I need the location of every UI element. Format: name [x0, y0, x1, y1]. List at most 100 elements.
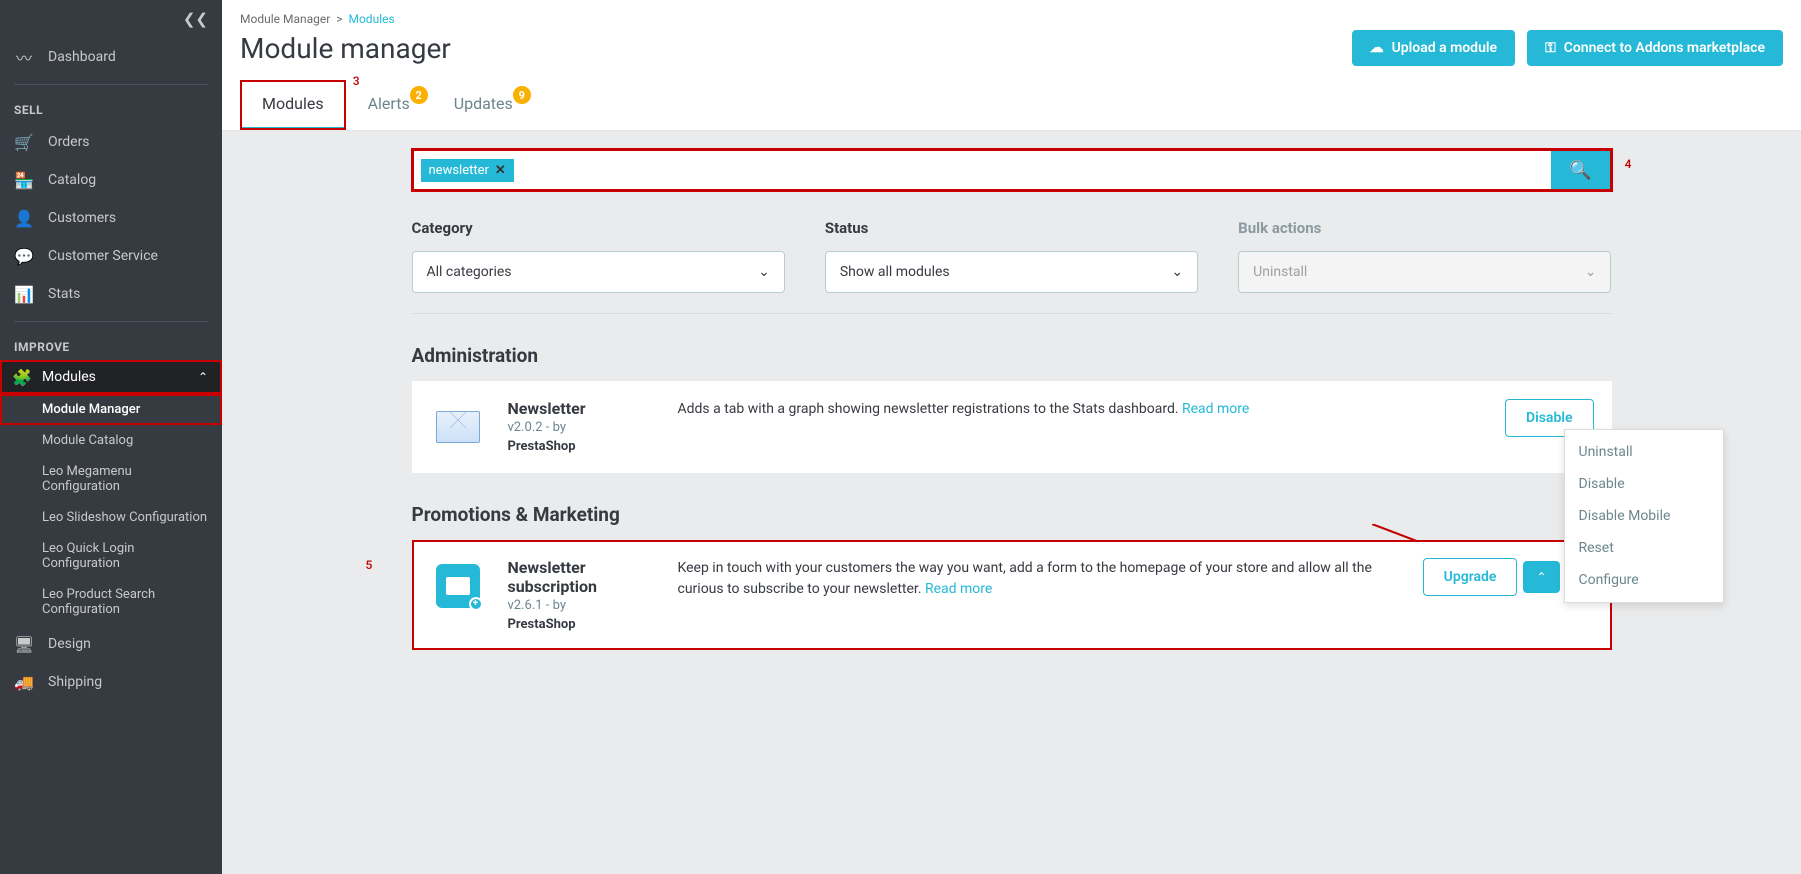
sidebar-leo-productsearch[interactable]: Leo Product Search Configuration — [0, 579, 222, 625]
sidebar-customer-service[interactable]: 💬 Customer Service — [0, 237, 222, 275]
section-administration: Administration — [412, 344, 1612, 367]
dropdown-disable-mobile[interactable]: Disable Mobile — [1565, 500, 1723, 532]
sidebar-leo-megamenu[interactable]: Leo Megamenu Configuration — [0, 456, 222, 502]
user-icon: 👤 — [14, 208, 34, 228]
upload-label: Upload a module — [1392, 40, 1497, 56]
sidebar-customers[interactable]: 👤 Customers — [0, 199, 222, 237]
search-box: newsletter ✕ 🔍 — [412, 149, 1612, 191]
chevron-down-icon: ⌄ — [1171, 264, 1183, 280]
category-value: All categories — [427, 264, 512, 280]
search-row: newsletter✕ 🔍 4 — [412, 149, 1612, 191]
sidebar-module-manager[interactable]: Module Manager — [0, 394, 222, 425]
sidebar-collapse[interactable]: ❮❮ — [0, 0, 222, 38]
bulk-select: Uninstall⌄ — [1238, 251, 1611, 293]
sidebar-module-catalog[interactable]: Module Catalog — [0, 425, 222, 456]
chat-icon: 💬 — [14, 246, 34, 266]
newsletter-sub-version: v2.6.1 - by — [508, 598, 658, 613]
breadcrumb: Module Manager > Modules — [222, 0, 1801, 26]
divider — [14, 84, 208, 85]
module-newsletter: Newsletter v2.0.2 - by PrestaShop Adds a… — [412, 381, 1612, 473]
sidebar-catalog[interactable]: 🏪Catalog — [0, 161, 222, 199]
sidebar-orders[interactable]: 🛒Orders — [0, 123, 222, 161]
newsletter-icon — [430, 399, 486, 455]
sidebar-leo-quicklogin[interactable]: Leo Quick Login Configuration — [0, 533, 222, 579]
module-dropdown-menu: Uninstall Disable Disable Mobile Reset C… — [1564, 429, 1724, 603]
newsletter-author: PrestaShop — [508, 439, 658, 454]
sidebar: ❮❮ 〰 Dashboard SELL 🛒Orders 🏪Catalog 👤 Cu… — [0, 0, 222, 874]
search-input[interactable] — [514, 152, 1551, 188]
bulk-label: Bulk actions — [1238, 219, 1611, 237]
page-header: Module manager ☁Upload a module ⚿Connect… — [222, 26, 1801, 80]
main-area: Module Manager > Modules Module manager … — [222, 0, 1801, 874]
tab-modules[interactable]: Modules — [240, 80, 346, 130]
dropdown-configure[interactable]: Configure — [1565, 564, 1723, 596]
divider — [14, 321, 208, 322]
upload-module-button[interactable]: ☁ Upload a module — [1352, 30, 1515, 66]
modules-label: Modules — [42, 369, 96, 385]
sidebar-leo-slideshow[interactable]: Leo Slideshow Configuration — [0, 502, 222, 533]
category-select[interactable]: All categories ⌄ — [412, 251, 785, 293]
search-icon: 🔍 — [1569, 160, 1591, 181]
chevron-up-icon: ⌃ — [198, 370, 208, 384]
sidebar-design[interactable]: 🖥Design — [0, 625, 222, 663]
newsletter-desc: Adds a tab with a graph showing newslett… — [678, 399, 1483, 454]
tab-alerts[interactable]: Alerts2 — [346, 80, 432, 130]
chip-text: newsletter — [429, 163, 489, 178]
connect-label: Connect to Addons marketplace — [1564, 40, 1765, 56]
tabs: Modules 3 Alerts2 Updates9 — [222, 80, 1801, 131]
filter-status: Status Show all modules⌄ — [825, 219, 1198, 293]
design-icon: 🖥 — [14, 634, 34, 654]
module-newsletter-subscription: + Newsletter subscription v2.6.1 - by Pr… — [412, 540, 1612, 650]
readmore-link[interactable]: Read more — [1182, 401, 1249, 417]
content: newsletter✕ 🔍 4 Category All categories⌄… — [222, 131, 1801, 874]
tab-updates[interactable]: Updates9 — [432, 80, 535, 130]
readmore-link[interactable]: Read more — [925, 581, 992, 597]
filter-category: Category All categories⌄ — [412, 219, 785, 293]
sidebar-dashboard[interactable]: 〰 Dashboard — [0, 38, 222, 76]
dropdown-uninstall[interactable]: Uninstall — [1565, 436, 1723, 468]
alerts-label: Alerts — [368, 94, 410, 113]
chip-remove-icon[interactable]: ✕ — [495, 163, 506, 178]
dropdown-toggle[interactable]: ⌃ — [1523, 561, 1559, 593]
dashboard-icon: 〰 — [14, 47, 34, 67]
updates-label: Updates — [454, 94, 513, 113]
upgrade-button[interactable]: Upgrade — [1423, 558, 1518, 596]
breadcrumb-current[interactable]: Modules — [348, 12, 394, 26]
shipping-label: Shipping — [48, 674, 102, 690]
sidebar-modules[interactable]: 🧩 Modules ⌃ — [0, 360, 222, 394]
newsletter-title: Newsletter — [508, 399, 658, 418]
breadcrumb-parent: Module Manager — [240, 12, 330, 26]
cloud-up-icon: ☁ — [1370, 40, 1384, 56]
status-label: Status — [825, 219, 1198, 237]
newsletter-sub-desc: Keep in touch with your customers the wa… — [678, 558, 1401, 632]
sidebar-stats[interactable]: 📊Stats — [0, 275, 222, 313]
alerts-badge: 2 — [410, 86, 428, 104]
cs-label: Customer Service — [48, 248, 158, 264]
filter-bulk: Bulk actions Uninstall⌄ — [1238, 219, 1611, 293]
newsletter-sub-author: PrestaShop — [508, 617, 658, 632]
chevron-down-icon: ⌄ — [758, 264, 770, 280]
catalog-label: Catalog — [48, 172, 96, 188]
dropdown-disable[interactable]: Disable — [1565, 468, 1723, 500]
truck-icon: 🚚 — [14, 672, 34, 692]
newsletter-sub-icon: + — [430, 558, 486, 614]
dropdown-reset[interactable]: Reset — [1565, 532, 1723, 564]
sidebar-shipping[interactable]: 🚚 Shipping — [0, 663, 222, 701]
updates-badge: 9 — [513, 86, 531, 104]
search-chip: newsletter ✕ — [421, 159, 514, 182]
customers-label: Customers — [48, 210, 116, 226]
dashboard-label: Dashboard — [48, 49, 116, 65]
status-select[interactable]: Show all modules⌄ — [825, 251, 1198, 293]
search-button[interactable]: 🔍 — [1551, 150, 1611, 190]
newsletter-sub-title: Newsletter subscription — [508, 558, 658, 596]
stats-label: Stats — [48, 286, 80, 302]
collapse-icon: ❮❮ — [183, 10, 208, 28]
chevron-up-icon: ⌃ — [1536, 570, 1546, 584]
content-inner: newsletter✕ 🔍 4 Category All categories⌄… — [412, 149, 1612, 650]
connect-addons-button[interactable]: ⚿ Connect to Addons marketplace — [1527, 30, 1783, 66]
section-promotions: Promotions & Marketing — [412, 503, 1612, 526]
key-icon: ⚿ — [1545, 40, 1556, 56]
sell-header: SELL — [0, 93, 222, 123]
orders-label: Orders — [48, 134, 90, 150]
marker-4: 4 — [1625, 157, 1632, 171]
